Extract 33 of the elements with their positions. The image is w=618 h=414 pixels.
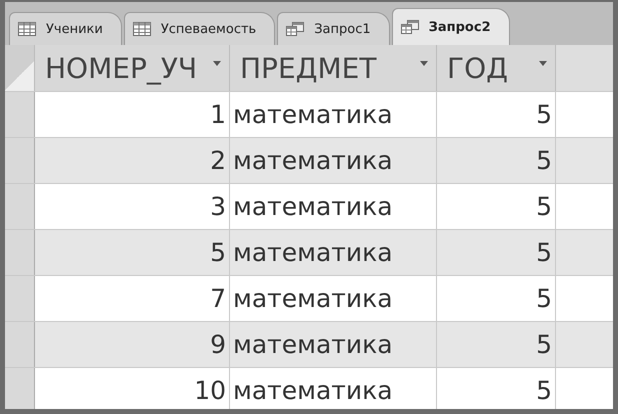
row-selector[interactable]	[5, 138, 35, 183]
document-tab[interactable]: Запрос2	[392, 8, 510, 45]
table-cell: 5	[437, 138, 556, 183]
document-tab[interactable]: Запрос1	[277, 12, 390, 45]
dropdown-arrow-icon[interactable]	[213, 60, 221, 66]
table-cell: 2	[35, 138, 230, 183]
table-cell: 10	[35, 368, 230, 409]
table-cell: 5	[437, 230, 556, 275]
query-icon	[286, 22, 304, 36]
document-tab[interactable]: Ученики	[9, 12, 122, 45]
table-icon	[18, 22, 36, 36]
row-selector[interactable]	[5, 92, 35, 137]
dropdown-arrow-icon[interactable]	[420, 60, 428, 66]
row-selector[interactable]	[5, 322, 35, 367]
column-header[interactable]: НОМЕР_УЧ	[35, 45, 230, 91]
query-icon	[400, 20, 419, 34]
document-tab[interactable]: Успеваемость	[124, 12, 276, 45]
row-selector[interactable]	[5, 184, 35, 229]
row-selector[interactable]	[5, 276, 35, 321]
table-cell: математика	[230, 138, 437, 183]
table-cell: 5	[437, 368, 556, 409]
table-cell: 9	[35, 322, 230, 367]
table-cell: математика	[230, 230, 437, 275]
dropdown-arrow-icon[interactable]	[539, 60, 547, 66]
table-cell: математика	[230, 368, 437, 409]
table-cell: 5	[437, 322, 556, 367]
table-cell: математика	[230, 322, 437, 367]
table-cell: 5	[35, 230, 230, 275]
table-icon	[132, 22, 151, 36]
row-selector[interactable]	[5, 368, 35, 409]
row-selector[interactable]	[5, 230, 35, 275]
select-all-corner[interactable]	[5, 45, 35, 91]
column-header[interactable]: ПРЕДМЕТ	[230, 45, 437, 91]
